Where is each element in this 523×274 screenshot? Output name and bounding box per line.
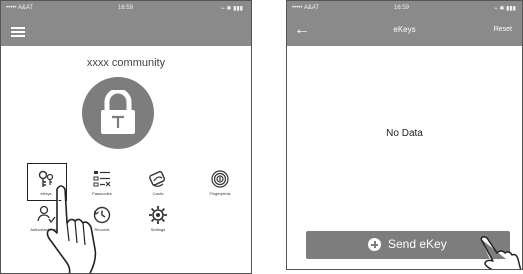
pointing-hand-icon: [480, 235, 522, 269]
feature-fingerprints[interactable]: Fingerprints: [196, 169, 244, 211]
status-time: 16:59: [394, 5, 410, 11]
status-time: 16:59: [118, 5, 134, 11]
card-icon: [149, 170, 166, 187]
page-title: eKeys: [393, 25, 416, 34]
fingerprint-icon: [211, 170, 229, 188]
unlock-button[interactable]: [82, 77, 154, 149]
status-bar: ••••• A&AT 16:59 ⌁ ✱ ▮▮▮: [1, 1, 251, 16]
reset-button[interactable]: Reset: [494, 26, 512, 33]
status-indicators: ⌁ ✱ ▮▮▮: [494, 6, 516, 12]
pointing-hand-icon: [46, 185, 97, 273]
feature-settings[interactable]: Settings: [134, 205, 182, 247]
community-title: xxxx community: [86, 57, 166, 69]
settings-icon: [149, 206, 167, 224]
status-carrier: ••••• A&AT: [292, 5, 320, 11]
feature-cards-label: Cards: [152, 191, 164, 196]
plus-circle-icon: [368, 238, 381, 251]
home-screen: ••••• A&AT 16:59 ⌁ ✱ ▮▮▮ xxxx community …: [0, 0, 252, 274]
status-bar: ••••• A&AT 16:59 ⌁ ✱ ▮▮▮: [287, 1, 522, 16]
send-ekey-label: Send eKey: [388, 237, 447, 251]
ekeys-screen: ••••• A&AT 16:59 ⌁ ✱ ▮▮▮ ← eKeys Reset N…: [286, 0, 523, 270]
empty-state-text: No Data: [386, 128, 423, 139]
navbar: [1, 16, 251, 46]
status-carrier: ••••• A&AT: [6, 5, 34, 11]
feature-fingerprints-label: Fingerprints: [209, 191, 231, 196]
menu-icon[interactable]: [11, 27, 25, 37]
lock-icon: [101, 90, 135, 134]
status-indicators: ⌁ ✱ ▮▮▮: [221, 6, 243, 12]
feature-settings-label: Settings: [150, 227, 166, 232]
navbar: ← eKeys Reset: [287, 16, 522, 46]
